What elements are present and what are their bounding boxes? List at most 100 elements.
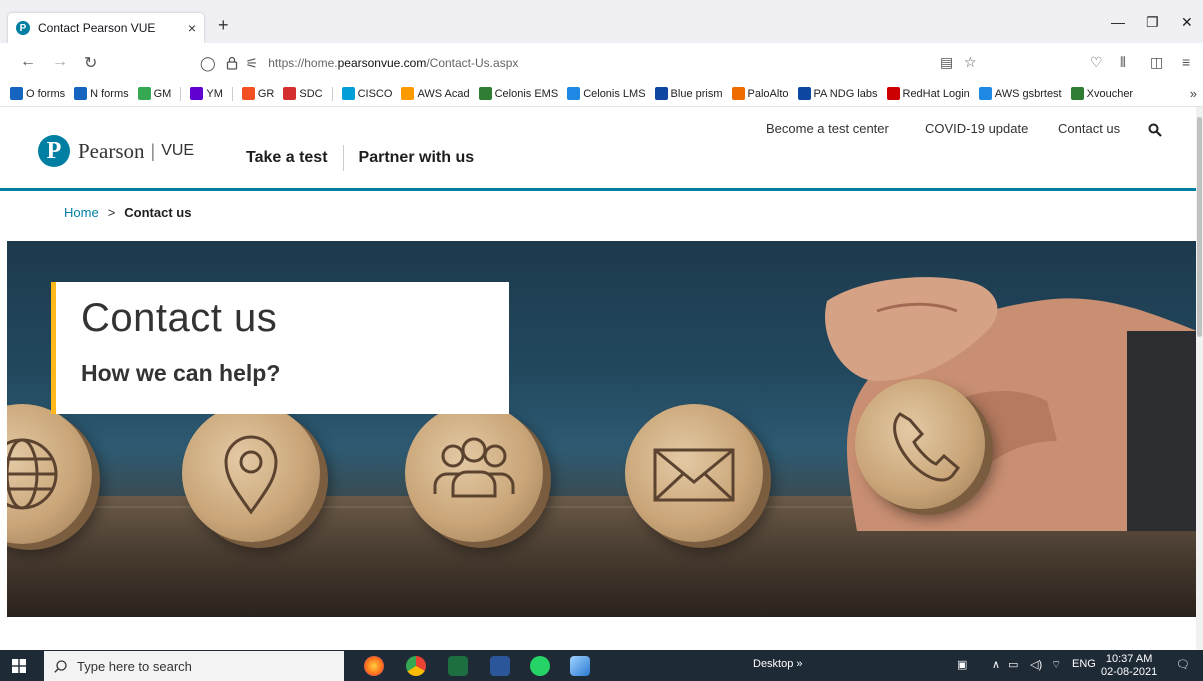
bookmark-separator [231, 86, 233, 101]
sidebar-icon[interactable]: ◫ [1150, 54, 1163, 71]
bookmark-label: N forms [90, 87, 129, 100]
battery-icon[interactable]: ▭ [1008, 658, 1018, 671]
new-tab-icon[interactable]: + [218, 15, 229, 36]
bookmark-star-icon[interactable]: ☆ [964, 54, 977, 71]
bookmark-item[interactable]: YM [190, 87, 223, 100]
pearson-vue-logo[interactable]: P Pearson | VUE [38, 135, 194, 167]
bookmark-label: Celonis LMS [583, 87, 646, 100]
firefox-icon[interactable] [364, 656, 384, 676]
whatsapp-icon[interactable] [530, 656, 550, 676]
bookmarks-toolbar: O forms N forms GM YM GR SDC CISCO AWS Acad Celo… [0, 81, 1203, 107]
clock-time: 10:37 AM [1105, 653, 1153, 665]
main-nav: Take a test Partner with us [246, 145, 474, 171]
bookmark-item[interactable]: PaloAlto [731, 87, 789, 100]
bookmark-favicon-icon [341, 87, 355, 100]
shield-icon[interactable]: ◯ [200, 55, 216, 72]
util-nav-covid-update[interactable]: COVID-19 update [925, 121, 1028, 136]
nav-take-a-test[interactable]: Take a test [246, 149, 328, 167]
clock-date: 02-08-2021 [1101, 666, 1158, 678]
bookmark-item[interactable]: Xvoucher [1070, 87, 1133, 100]
bookmark-favicon-icon [241, 87, 255, 100]
bookmark-item[interactable]: Celonis EMS [478, 87, 558, 100]
lock-icon[interactable] [226, 56, 238, 70]
back-icon[interactable]: ← [20, 53, 36, 71]
volume-icon[interactable]: ◁) [1030, 658, 1042, 671]
bookmark-label: AWS gsbrtest [994, 87, 1062, 100]
search-placeholder: Type here to search [77, 658, 192, 674]
bookmarks-overflow-icon[interactable]: » [1190, 86, 1197, 101]
notes-app-icon[interactable] [570, 656, 590, 676]
library-icon[interactable]: ⫴ [1120, 54, 1126, 71]
url-bar[interactable]: ◯ ⚟ https://home.pearsonvue.com/Contact-… [200, 50, 990, 76]
globe-disc-icon [7, 404, 92, 544]
notifications-icon[interactable]: 🗨 [1176, 658, 1190, 671]
bookmark-label: PA NDG labs [813, 87, 878, 100]
window-close-icon[interactable]: ✕ [1181, 14, 1193, 31]
bookmark-item[interactable]: O forms [10, 87, 65, 100]
pearson-favicon-icon: P [16, 21, 30, 35]
hero-card: Contact us How we can help? [51, 282, 509, 414]
reader-view-icon[interactable]: ▤ [940, 54, 953, 71]
desktop-toolbar[interactable]: Desktop » [753, 658, 803, 670]
page-scrollbar[interactable] [1196, 107, 1203, 650]
word-icon[interactable] [490, 656, 510, 676]
bookmark-item[interactable]: GM [137, 87, 172, 100]
bookmark-favicon-icon [797, 87, 811, 100]
reload-icon[interactable]: ↻ [84, 53, 97, 73]
chrome-icon[interactable] [406, 656, 426, 676]
bookmark-item[interactable]: N forms [74, 87, 129, 100]
bookmark-item[interactable]: AWS gsbrtest [978, 87, 1062, 100]
wifi-icon[interactable]: ⌔ [1051, 658, 1061, 672]
windows-start-icon[interactable] [12, 659, 26, 673]
bookmark-item[interactable]: RedHat Login [886, 87, 970, 100]
bookmark-label: O forms [26, 87, 66, 100]
bookmark-label: GM [153, 87, 172, 100]
menu-icon[interactable]: ≡ [1182, 54, 1190, 70]
bookmark-item[interactable]: CISCO [341, 87, 393, 100]
bookmark-item[interactable]: Celonis LMS [567, 87, 646, 100]
bookmark-item[interactable]: Blue prism [654, 87, 723, 100]
browser-tab[interactable]: P Contact Pearson VUE × [8, 13, 204, 43]
taskbar-search-box[interactable]: Type here to search [44, 651, 344, 681]
search-icon[interactable] [1148, 123, 1162, 137]
minimize-icon[interactable]: — [1111, 14, 1125, 30]
nav-partner-with-us[interactable]: Partner with us [359, 149, 475, 167]
breadcrumb: Home > Contact us [64, 205, 191, 220]
breadcrumb-home[interactable]: Home [64, 205, 99, 220]
nav-divider [342, 145, 344, 171]
bookmark-favicon-icon [886, 87, 900, 100]
language-indicator[interactable]: ENG [1072, 658, 1096, 670]
bookmark-favicon-icon [401, 87, 415, 100]
bookmark-favicon-icon [567, 87, 581, 100]
bookmark-item[interactable]: GR [241, 87, 275, 100]
bookmark-label: RedHat Login [902, 87, 970, 100]
tab-close-icon[interactable]: × [188, 20, 196, 36]
hero-banner: Contact us How we can help? [7, 241, 1196, 617]
url-text[interactable]: https://home.pearsonvue.com/Contact-Us.a… [268, 56, 518, 70]
taskbar-clock[interactable]: 10:37 AM 02-08-2021 [1101, 653, 1157, 679]
restore-icon[interactable]: ❐ [1146, 14, 1159, 31]
web-page: P Pearson | VUE Take a test Partner with… [0, 107, 1196, 650]
breadcrumb-separator: > [107, 205, 116, 220]
bookmark-item[interactable]: SDC [283, 87, 323, 100]
task-view-icon[interactable]: ▣ [957, 658, 967, 671]
bookmark-label: Blue prism [670, 87, 723, 100]
page-subtitle: How we can help? [81, 360, 281, 386]
page-title: Contact us [81, 296, 278, 340]
scrollbar-thumb[interactable] [1197, 117, 1202, 337]
tray-expand-icon[interactable]: ∧ [992, 658, 1000, 671]
permissions-icon[interactable]: ⚟ [246, 55, 259, 72]
util-nav-become-test-center[interactable]: Become a test center [766, 121, 889, 136]
bookmark-label: GR [257, 87, 275, 100]
bookmark-label: CISCO [357, 87, 393, 100]
bookmark-separator [180, 86, 182, 101]
bookmark-favicon-icon [283, 87, 297, 100]
forward-icon[interactable]: → [52, 53, 68, 71]
util-nav-contact-us[interactable]: Contact us [1058, 121, 1120, 136]
pocket-icon[interactable]: ♡ [1090, 54, 1103, 71]
excel-icon[interactable] [448, 656, 468, 676]
bookmark-favicon-icon [74, 87, 88, 100]
bookmark-item[interactable]: PA NDG labs [797, 87, 878, 100]
bookmark-label: SDC [299, 87, 323, 100]
bookmark-item[interactable]: AWS Acad [401, 87, 470, 100]
